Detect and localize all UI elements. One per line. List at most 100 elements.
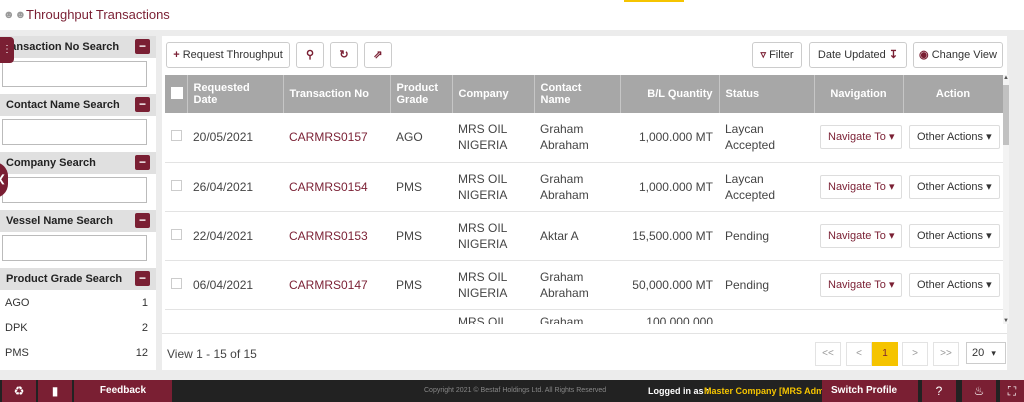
table-header-row: Requested Date Transaction No Product Gr… <box>165 75 1003 113</box>
contact-name: Graham Abraham <box>534 113 620 163</box>
requested-date: 20/05/2021 <box>187 113 283 163</box>
column-header[interactable]: Product Grade <box>390 75 453 113</box>
table-row[interactable]: 20/05/2021 CARMRS0157 AGO MRS OIL NIGERI… <box>165 113 1003 163</box>
grade-option-dpk[interactable]: DPK 2 <box>0 315 156 340</box>
page-size-value: 20 <box>972 347 985 359</box>
chevron-down-icon: ▾ <box>991 348 996 358</box>
filter-vessel-name-header: Vessel Name Search − <box>0 210 156 232</box>
row-checkbox[interactable] <box>171 179 182 191</box>
scrollbar-thumb[interactable] <box>1003 85 1009 145</box>
transaction-no-search-input[interactable] <box>2 61 147 87</box>
export-button[interactable]: ⇗ <box>364 42 392 68</box>
page-1-button[interactable]: 1 <box>872 342 898 366</box>
panel-menu-icon[interactable]: ⋮ <box>0 37 14 63</box>
other-actions-dropdown[interactable]: Other Actions ▾ <box>909 272 1000 297</box>
contact-name: Aktar A <box>534 211 620 261</box>
filter-transaction-no-header: ransaction No Search − <box>0 36 156 58</box>
grade-option-ago[interactable]: AGO 1 <box>0 290 156 315</box>
contact-name-search-input[interactable] <box>2 119 147 145</box>
recycle-icon[interactable]: ♻ <box>2 380 36 402</box>
product-grade: PMS <box>390 211 452 261</box>
refresh-icon: ↻ <box>339 49 349 61</box>
date-updated-sort-button[interactable]: Date Updated ↧ <box>809 42 907 68</box>
refresh-button[interactable]: ↻ <box>330 42 358 68</box>
users-icon: ☻☻ <box>3 9 27 21</box>
bookmark-icon[interactable]: ▮ <box>38 380 72 402</box>
row-checkbox[interactable] <box>171 130 182 142</box>
filter-button[interactable]: ▿ Filter <box>752 42 802 68</box>
row-checkbox[interactable] <box>171 228 182 240</box>
accent-mark <box>624 0 684 2</box>
navigate-to-dropdown[interactable]: Navigate To ▾ <box>820 125 903 150</box>
table-row-partial[interactable]: MRS OIL Graham 100,000.000 <box>165 309 1003 324</box>
page-size-select[interactable]: 20 ▾ <box>966 342 1006 364</box>
navigate-to-dropdown[interactable]: Navigate To ▾ <box>820 174 903 199</box>
grade-name: DPK <box>5 322 28 334</box>
other-actions-dropdown[interactable]: Other Actions ▾ <box>909 125 1000 150</box>
bl-quantity: 1,000.000 MT <box>620 113 719 163</box>
navigate-to-dropdown[interactable]: Navigate To ▾ <box>820 223 903 248</box>
flame-icon[interactable]: ♨ <box>962 380 996 402</box>
company: MRS OIL NIGERIA <box>452 260 534 310</box>
company: MRS OIL NIGERIA <box>452 113 534 163</box>
request-throughput-button[interactable]: + Request Throughput <box>166 42 290 68</box>
row-checkbox[interactable] <box>171 277 182 289</box>
collapse-button[interactable]: − <box>135 39 150 54</box>
column-header: Action <box>903 75 1003 113</box>
column-header[interactable]: Company <box>452 75 535 113</box>
column-header[interactable]: B/L Quantity <box>620 75 720 113</box>
filter-label: Company Search <box>6 157 96 169</box>
view-records-info: View 1 - 15 of 15 <box>167 347 257 361</box>
feedback-button[interactable]: Feedback <box>74 380 172 402</box>
search-button[interactable]: ⚲ <box>296 42 324 68</box>
company-search-input[interactable] <box>2 177 147 203</box>
select-all-checkbox[interactable] <box>171 86 183 99</box>
fullscreen-icon[interactable]: ⛶ <box>1000 380 1024 402</box>
collapse-button[interactable]: − <box>135 155 150 170</box>
table-scrollbar[interactable]: ▲ ▼ <box>1003 75 1009 324</box>
help-icon[interactable]: ? <box>922 380 956 402</box>
first-page-button[interactable]: << <box>815 342 841 366</box>
vessel-name-search-input[interactable] <box>2 235 147 261</box>
collapse-button[interactable]: − <box>135 97 150 112</box>
status: Pending <box>719 260 814 310</box>
column-header[interactable]: Status <box>719 75 815 113</box>
table-row[interactable]: 26/04/2021 CARMRS0154 PMS MRS OIL NIGERI… <box>165 162 1003 212</box>
transactions-table: Requested Date Transaction No Product Gr… <box>165 75 1003 324</box>
collapse-button[interactable]: − <box>135 271 150 286</box>
contact-name: Graham Abraham <box>534 260 620 310</box>
transaction-no-link[interactable]: CARMRS0153 <box>283 211 390 261</box>
navigate-to-dropdown[interactable]: Navigate To ▾ <box>820 272 903 297</box>
change-view-label: Change View <box>931 49 997 61</box>
transaction-no-link[interactable]: CARMRS0154 <box>283 162 390 212</box>
table-row[interactable]: 06/04/2021 CARMRS0147 PMS MRS OIL NIGERI… <box>165 260 1003 310</box>
switch-profile-button[interactable]: Switch Profile ⌃ <box>822 380 918 402</box>
column-header[interactable]: Requested Date <box>187 75 284 113</box>
filter-label: Contact Name Search <box>6 99 120 111</box>
scroll-down-icon[interactable]: ▼ <box>1003 318 1009 324</box>
table-row[interactable]: 22/04/2021 CARMRS0153 PMS MRS OIL NIGERI… <box>165 211 1003 261</box>
next-page-button[interactable]: > <box>902 342 928 366</box>
scroll-up-icon[interactable]: ▲ <box>1003 75 1009 81</box>
select-all-header[interactable] <box>165 75 188 113</box>
switch-profile-label: Switch Profile <box>831 385 898 396</box>
other-actions-dropdown[interactable]: Other Actions ▾ <box>909 223 1000 248</box>
column-header[interactable]: Contact Name <box>534 75 621 113</box>
other-actions-dropdown[interactable]: Other Actions ▾ <box>909 174 1000 199</box>
filter-product-grade-header: Product Grade Search − <box>0 268 156 290</box>
prev-page-button[interactable]: < <box>846 342 872 366</box>
filter-company-header: Company Search − <box>0 152 156 174</box>
eye-icon: ◉ <box>919 49 929 61</box>
transaction-no-link[interactable]: CARMRS0147 <box>283 260 390 310</box>
column-header: Navigation <box>814 75 904 113</box>
grade-option-pms[interactable]: PMS 12 <box>0 340 156 365</box>
request-throughput-label: Request Throughput <box>182 49 283 61</box>
change-view-button[interactable]: ◉ Change View <box>913 42 1003 68</box>
last-page-button[interactable]: >> <box>933 342 959 366</box>
column-header[interactable]: Transaction No <box>283 75 391 113</box>
transaction-no-link[interactable]: CARMRS0157 <box>283 113 390 163</box>
funnel-icon: ▿ <box>760 49 766 61</box>
requested-date: 22/04/2021 <box>187 211 283 261</box>
collapse-button[interactable]: − <box>135 213 150 228</box>
filter-label: Vessel Name Search <box>6 215 114 227</box>
